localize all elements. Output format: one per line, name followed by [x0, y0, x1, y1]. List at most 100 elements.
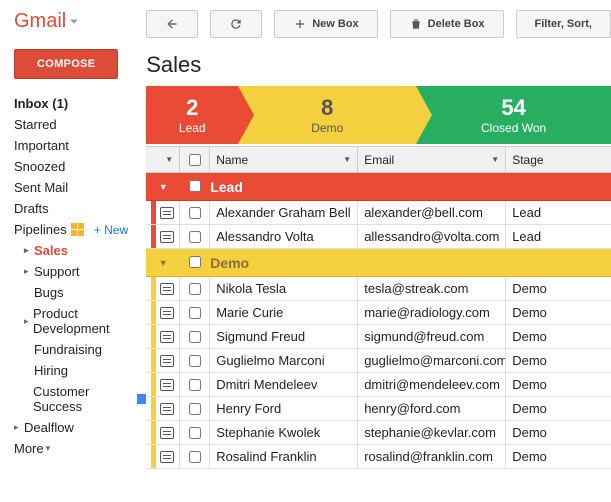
table-row[interactable]: Henry Fordhenry@ford.comDemo: [146, 397, 611, 421]
nav-drafts[interactable]: Drafts: [14, 198, 146, 219]
nav-more[interactable]: More ▾: [14, 438, 146, 459]
row-handle[interactable]: [146, 397, 180, 420]
table-row[interactable]: Alessandro Voltaallessandro@volta.comLea…: [146, 225, 611, 249]
collapse-icon[interactable]: ▼: [146, 182, 180, 192]
row-checkbox[interactable]: [189, 451, 201, 463]
cell-stage[interactable]: Lead: [506, 201, 611, 224]
cell-email[interactable]: marie@radiology.com: [358, 301, 506, 324]
row-handle[interactable]: [146, 301, 180, 324]
row-handle[interactable]: [146, 225, 180, 248]
row-checkbox[interactable]: [189, 355, 201, 367]
cell-name[interactable]: Guglielmo Marconi: [210, 349, 358, 372]
nav-bugs[interactable]: Bugs: [24, 282, 146, 303]
box-icon: [160, 307, 174, 319]
cell-stage[interactable]: Demo: [506, 325, 611, 348]
nav-customer-success[interactable]: Customer Success: [24, 381, 146, 417]
col-expand[interactable]: ▼: [146, 147, 180, 172]
row-handle[interactable]: [146, 445, 180, 468]
table-row[interactable]: Guglielmo Marconiguglielmo@marconi.comDe…: [146, 349, 611, 373]
cell-name[interactable]: Marie Curie: [210, 301, 358, 324]
refresh-button[interactable]: [210, 10, 262, 38]
table-row[interactable]: Nikola Teslatesla@streak.comDemo: [146, 277, 611, 301]
group-checkbox[interactable]: [189, 180, 201, 192]
group-header-demo[interactable]: ▼ Demo: [146, 249, 611, 277]
row-checkbox[interactable]: [189, 307, 201, 319]
nav-hiring[interactable]: Hiring: [24, 360, 146, 381]
back-button[interactable]: [146, 10, 198, 38]
cell-name[interactable]: Sigmund Freud: [210, 325, 358, 348]
stage-demo[interactable]: 8 Demo: [238, 86, 416, 144]
col-select-all[interactable]: [180, 147, 210, 172]
table-row[interactable]: Marie Curiemarie@radiology.comDemo: [146, 301, 611, 325]
cell-stage[interactable]: Lead: [506, 225, 611, 248]
row-checkbox[interactable]: [189, 231, 201, 243]
cell-stage[interactable]: Demo: [506, 445, 611, 468]
row-checkbox[interactable]: [189, 331, 201, 343]
table-row[interactable]: Rosalind Franklinrosalind@franklin.comDe…: [146, 445, 611, 469]
row-handle[interactable]: [146, 373, 180, 396]
cell-stage[interactable]: Demo: [506, 349, 611, 372]
cell-stage[interactable]: Demo: [506, 301, 611, 324]
cell-stage[interactable]: Demo: [506, 277, 611, 300]
group-checkbox[interactable]: [189, 256, 201, 268]
col-email-header[interactable]: Email▼: [358, 147, 506, 172]
col-stage-header[interactable]: Stage: [506, 147, 611, 172]
nav-product-development[interactable]: ▸Product Development: [24, 303, 146, 339]
cell-name[interactable]: Stephanie Kwolek: [210, 421, 358, 444]
cell-email[interactable]: alexander@bell.com: [358, 201, 506, 224]
row-checkbox[interactable]: [189, 403, 201, 415]
cell-name[interactable]: Rosalind Franklin: [210, 445, 358, 468]
cell-name[interactable]: Alexander Graham Bell: [210, 201, 358, 224]
cell-email[interactable]: guglielmo@marconi.com: [358, 349, 506, 372]
cell-email[interactable]: henry@ford.com: [358, 397, 506, 420]
cell-name[interactable]: Alessandro Volta: [210, 225, 358, 248]
cell-email[interactable]: tesla@streak.com: [358, 277, 506, 300]
gmail-logo[interactable]: Gmail: [14, 10, 146, 33]
nav-sales[interactable]: ▸Sales: [24, 240, 146, 261]
nav-starred[interactable]: Starred: [14, 114, 146, 135]
cell-name[interactable]: Nikola Tesla: [210, 277, 358, 300]
cell-name[interactable]: Henry Ford: [210, 397, 358, 420]
cell-stage[interactable]: Demo: [506, 421, 611, 444]
nav-fundraising[interactable]: Fundraising: [24, 339, 146, 360]
nav-snoozed[interactable]: Snoozed: [14, 156, 146, 177]
nav-support[interactable]: ▸Support: [24, 261, 146, 282]
row-handle[interactable]: [146, 349, 180, 372]
row-handle[interactable]: [146, 421, 180, 444]
cell-stage[interactable]: Demo: [506, 373, 611, 396]
nav-sent-mail[interactable]: Sent Mail: [14, 177, 146, 198]
row-checkbox[interactable]: [189, 427, 201, 439]
table-row[interactable]: Stephanie Kwolekstephanie@kevlar.comDemo: [146, 421, 611, 445]
new-pipeline-link[interactable]: + New: [94, 223, 128, 237]
nav-dealflow[interactable]: ▸Dealflow: [14, 417, 146, 438]
row-checkbox[interactable]: [189, 283, 201, 295]
collapse-icon[interactable]: ▼: [146, 258, 180, 268]
table-row[interactable]: Alexander Graham Bellalexander@bell.comL…: [146, 201, 611, 225]
table-row[interactable]: Dmitri Mendeleevdmitri@mendeleev.comDemo: [146, 373, 611, 397]
nav-inbox[interactable]: Inbox (1): [14, 93, 146, 114]
row-handle[interactable]: [146, 201, 180, 224]
col-name-header[interactable]: Name▼: [210, 147, 358, 172]
cell-email[interactable]: allessandro@volta.com: [358, 225, 506, 248]
row-handle[interactable]: [146, 277, 180, 300]
nav-pipelines[interactable]: Pipelines + New: [14, 219, 146, 240]
row-checkbox[interactable]: [189, 207, 201, 219]
cell-email[interactable]: sigmund@freud.com: [358, 325, 506, 348]
cell-stage[interactable]: Demo: [506, 397, 611, 420]
filter-sort-button[interactable]: Filter, Sort,: [516, 10, 611, 38]
table-row[interactable]: Sigmund Freudsigmund@freud.comDemo: [146, 325, 611, 349]
compose-button[interactable]: COMPOSE: [14, 49, 118, 79]
cell-email[interactable]: stephanie@kevlar.com: [358, 421, 506, 444]
stage-lead[interactable]: 2 Lead: [146, 86, 238, 144]
nav-important[interactable]: Important: [14, 135, 146, 156]
select-all-checkbox[interactable]: [189, 154, 201, 166]
cell-email[interactable]: dmitri@mendeleev.com: [358, 373, 506, 396]
new-box-button[interactable]: New Box: [274, 10, 377, 38]
row-handle[interactable]: [146, 325, 180, 348]
cell-name[interactable]: Dmitri Mendeleev: [210, 373, 358, 396]
delete-box-button[interactable]: Delete Box: [390, 10, 504, 38]
row-checkbox[interactable]: [189, 379, 201, 391]
group-header-lead[interactable]: ▼ Lead: [146, 173, 611, 201]
cell-email[interactable]: rosalind@franklin.com: [358, 445, 506, 468]
stage-closed-won[interactable]: 54 Closed Won: [416, 86, 611, 144]
